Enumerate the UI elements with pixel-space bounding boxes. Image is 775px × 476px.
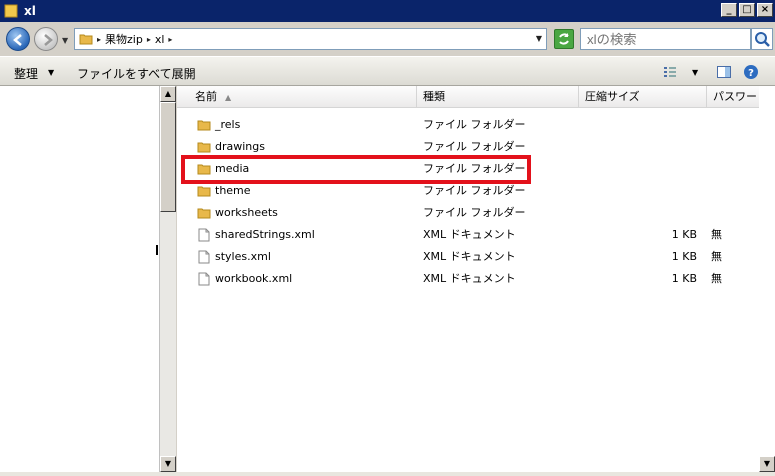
column-header: 名前▲ 種類 圧縮サイズ パスワード保... xyxy=(177,86,775,108)
help-icon[interactable]: ? xyxy=(743,64,759,80)
file-type: XML ドキュメント xyxy=(423,228,516,241)
forward-button[interactable] xyxy=(34,27,58,51)
back-button[interactable] xyxy=(6,27,30,51)
pane-splitter[interactable] xyxy=(156,245,158,255)
file-size: 1 KB xyxy=(671,272,697,285)
search-input[interactable] xyxy=(580,28,751,50)
folder-icon xyxy=(197,142,211,153)
file-icon xyxy=(198,228,210,242)
file-name: workbook.xml xyxy=(215,272,293,285)
search-icon xyxy=(755,32,770,47)
scroll-up-button[interactable]: ▲ xyxy=(160,86,176,102)
maximize-button[interactable]: □ xyxy=(739,3,755,17)
refresh-button[interactable] xyxy=(554,29,574,49)
search-button[interactable] xyxy=(751,28,773,50)
refresh-icon xyxy=(559,33,569,45)
folder-icon xyxy=(4,4,18,18)
breadcrumb-zip[interactable]: 果物zip xyxy=(105,31,143,47)
organize-button[interactable]: 整理 xyxy=(14,65,38,82)
view-options-icon[interactable] xyxy=(662,64,678,80)
command-bar: 整理 ▼ ファイルをすべて展開 ▼ ? xyxy=(0,56,775,86)
arrow-right-icon xyxy=(44,34,53,46)
file-icon xyxy=(198,272,210,286)
arrow-left-icon xyxy=(13,34,22,46)
file-name: _rels xyxy=(215,118,241,131)
close-button[interactable]: × xyxy=(757,3,773,17)
folder-icon xyxy=(79,34,93,45)
file-type: XML ドキュメント xyxy=(423,272,516,285)
scroll-thumb[interactable] xyxy=(160,102,176,212)
extract-all-button[interactable]: ファイルをすべて展開 xyxy=(77,65,196,82)
preview-pane-icon[interactable] xyxy=(716,64,732,80)
column-header-name[interactable]: 名前 ▲ xyxy=(177,86,417,108)
annotation-highlight-box xyxy=(181,155,531,184)
address-row: ▼ ▸ 果物zip ▸ xl ▸ ▼ xyxy=(0,22,775,56)
file-name: sharedStrings.xml xyxy=(215,228,315,241)
minimize-button[interactable]: _ xyxy=(721,3,737,17)
list-item[interactable]: _rels ファイル フォルダー xyxy=(177,114,775,136)
sort-ascending-icon: ▲ xyxy=(225,93,232,102)
file-type: ファイル フォルダー xyxy=(423,206,526,219)
chevron-right-icon[interactable]: ▸ xyxy=(147,35,151,44)
chevron-down-icon[interactable]: ▼ xyxy=(536,34,542,43)
window-title: xl xyxy=(24,4,36,18)
scroll-down-button[interactable]: ▼ xyxy=(759,456,775,472)
folder-icon xyxy=(197,208,211,219)
list-item[interactable]: styles.xml XML ドキュメント 1 KB 無 xyxy=(177,246,775,268)
breadcrumb-xl[interactable]: xl xyxy=(155,33,165,46)
chevron-down-icon[interactable]: ▼ xyxy=(692,68,698,77)
file-size: 1 KB xyxy=(671,228,697,241)
svg-text:?: ? xyxy=(748,68,754,79)
column-header-type[interactable]: 種類 xyxy=(417,86,579,108)
list-item[interactable]: workbook.xml XML ドキュメント 1 KB 無 xyxy=(177,268,775,290)
folder-icon xyxy=(197,120,211,131)
address-bar[interactable]: ▸ 果物zip ▸ xl ▸ ▼ xyxy=(74,28,547,50)
file-size: 1 KB xyxy=(671,250,697,263)
file-name: worksheets xyxy=(215,206,278,219)
file-list-scrollbar[interactable]: ▼ xyxy=(759,86,775,472)
file-icon xyxy=(198,250,210,264)
column-header-compressed-size[interactable]: 圧縮サイズ xyxy=(579,86,707,108)
file-password: 無 xyxy=(711,228,722,241)
list-item[interactable]: worksheets ファイル フォルダー xyxy=(177,202,775,224)
file-password: 無 xyxy=(711,250,722,263)
recent-pages-dropdown-icon[interactable]: ▼ xyxy=(62,36,68,45)
file-name: styles.xml xyxy=(215,250,271,263)
chevron-down-icon[interactable]: ▼ xyxy=(48,68,54,77)
file-type: ファイル フォルダー xyxy=(423,118,526,131)
file-list: 名前▲ 種類 圧縮サイズ パスワード保... _relsファイル フォルダーdr… xyxy=(177,86,775,472)
file-type: XML ドキュメント xyxy=(423,250,516,263)
title-bar: xl _ □ × xyxy=(0,0,775,22)
list-item[interactable]: sharedStrings.xml XML ドキュメント 1 KB 無 xyxy=(177,224,775,246)
folder-icon xyxy=(197,186,211,197)
status-bar xyxy=(0,472,775,476)
scroll-down-button[interactable]: ▼ xyxy=(160,456,176,472)
chevron-right-icon[interactable]: ▸ xyxy=(168,35,172,44)
navigation-pane[interactable] xyxy=(0,86,160,472)
chevron-right-icon[interactable]: ▸ xyxy=(97,35,101,44)
navigation-scrollbar[interactable]: ▲ ▼ xyxy=(160,86,176,472)
file-password: 無 xyxy=(711,272,722,285)
